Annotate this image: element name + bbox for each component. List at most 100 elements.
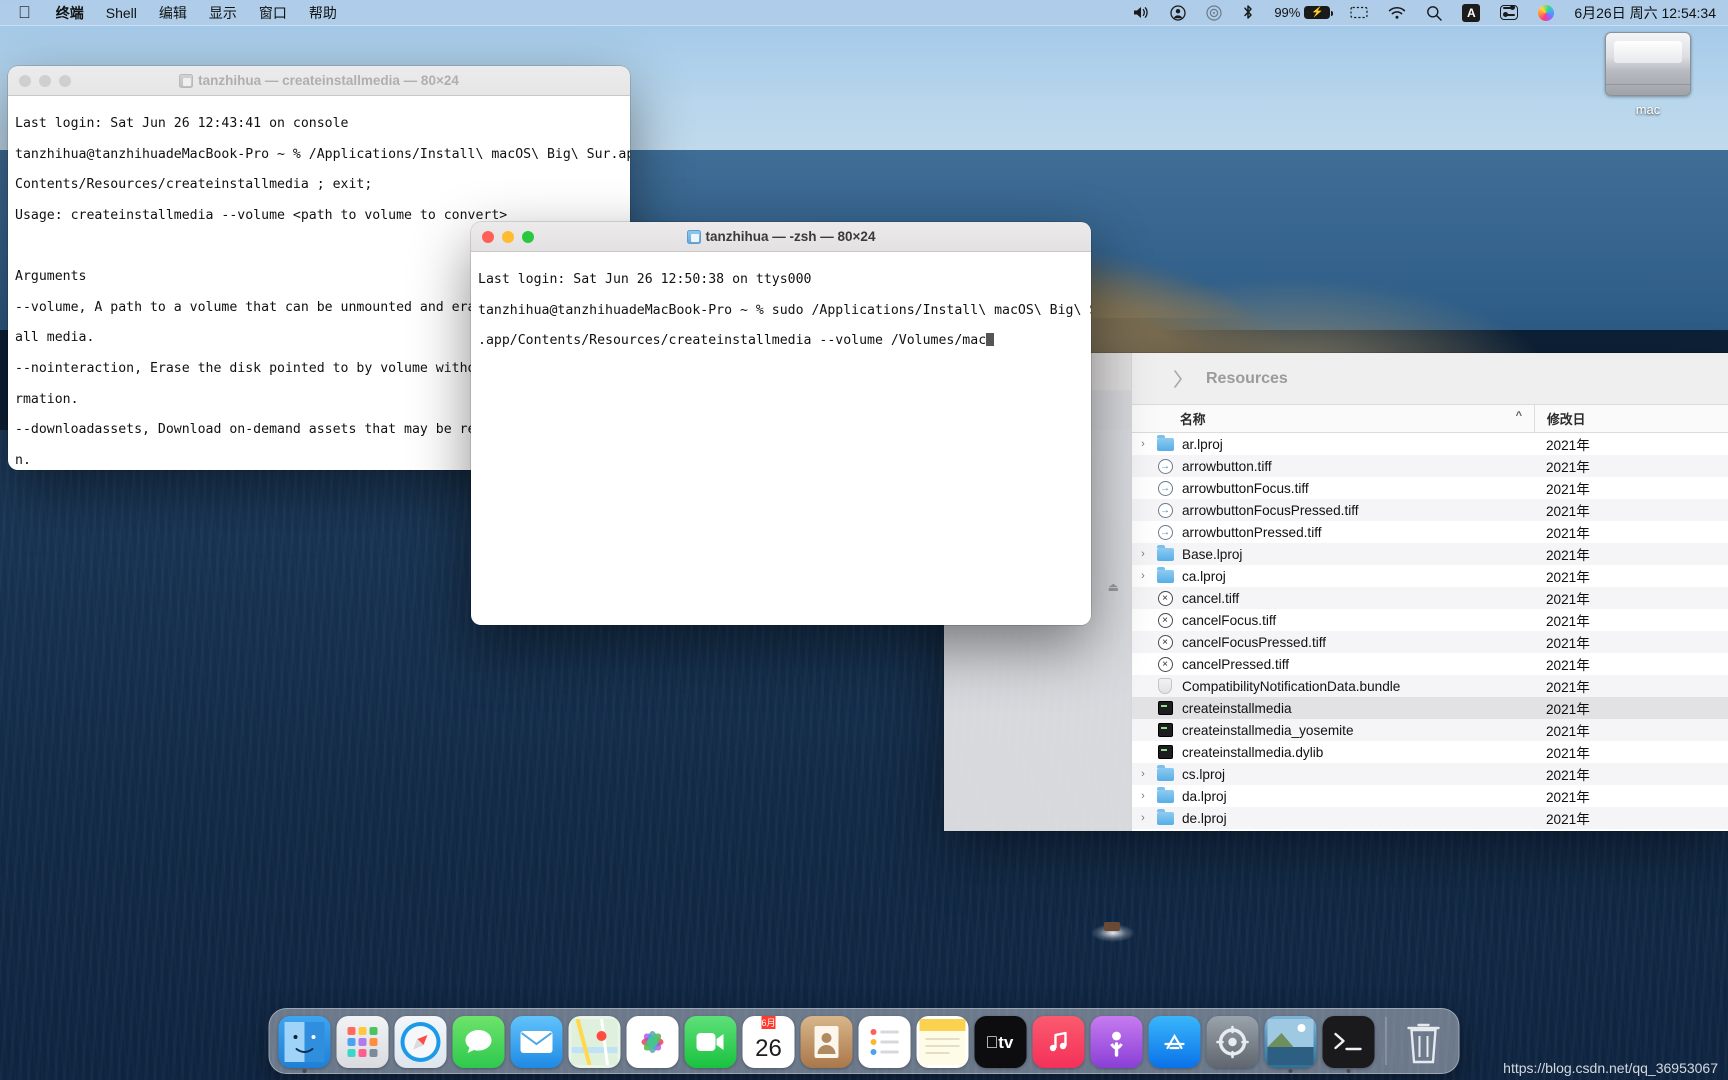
close-button[interactable] [19, 74, 31, 87]
wifi-icon[interactable] [1378, 0, 1416, 26]
file-name: da.lproj [1182, 788, 1227, 804]
dock-item-notes[interactable] [916, 1016, 969, 1068]
disclosure-triangle-icon[interactable]: › [1132, 812, 1154, 824]
menu-item-window[interactable]: 窗口 [248, 2, 298, 24]
close-button[interactable] [482, 230, 494, 243]
spotlight-search-icon[interactable] [1416, 0, 1452, 26]
dock-item-preview[interactable] [1264, 1016, 1317, 1073]
svg-text:tv: tv [986, 1033, 1014, 1052]
disclosure-triangle-icon[interactable]: › [1132, 548, 1154, 560]
menu-item-help[interactable]: 帮助 [298, 2, 348, 24]
table-row[interactable]: createinstallmedia.dylib 2021年 [1132, 741, 1728, 763]
table-row[interactable]: × cancelFocus.tiff 2021年 [1132, 609, 1728, 631]
table-row[interactable]: × cancelPressed.tiff 2021年 [1132, 653, 1728, 675]
bluetooth-icon[interactable] [1232, 0, 1264, 26]
control-center-icon[interactable] [1490, 0, 1528, 26]
dock-item-system-preferences[interactable] [1206, 1016, 1259, 1068]
wallpaper-boat [1090, 920, 1136, 946]
column-header-name[interactable]: 名称 ^ [1132, 409, 1534, 428]
chevron-right-icon[interactable] [1162, 369, 1192, 389]
disclosure-triangle-icon[interactable]: › [1132, 768, 1154, 780]
dock-item-terminal[interactable] [1322, 1016, 1375, 1073]
dock-item-safari[interactable] [394, 1016, 447, 1068]
speaker-icon[interactable] [1123, 0, 1160, 26]
table-row[interactable]: → arrowbutton.tiff 2021年 [1132, 455, 1728, 477]
dock-item-mail[interactable] [510, 1016, 563, 1068]
table-row[interactable]: › ca.lproj 2021年 [1132, 565, 1728, 587]
input-source-indicator[interactable]: A [1452, 0, 1490, 26]
table-row[interactable]: › Base.lproj 2021年 [1132, 543, 1728, 565]
menu-bar-clock[interactable]: 6月26日 周六 12:54:34 [1564, 3, 1716, 23]
screen-mirroring-icon[interactable] [1340, 0, 1378, 26]
terminal-front-titlebar[interactable]: tanzhihua — -zsh — 80×24 [471, 222, 1091, 252]
battery-percent-label: 99% [1274, 5, 1301, 20]
desktop-drive-mac[interactable]: mac [1600, 32, 1696, 119]
menu-item-edit[interactable]: 编辑 [148, 2, 198, 24]
menu-item-view[interactable]: 显示 [198, 2, 248, 24]
table-row[interactable]: → arrowbuttonPressed.tiff 2021年 [1132, 521, 1728, 543]
dock-item-contacts[interactable] [800, 1016, 853, 1068]
table-row[interactable]: › da.lproj 2021年 [1132, 785, 1728, 807]
minimize-button[interactable] [502, 230, 514, 243]
terminal-cursor [986, 333, 995, 347]
table-row[interactable]: createinstallmedia_yosemite 2021年 [1132, 719, 1728, 741]
terminal-front-output[interactable]: Last login: Sat Jun 26 12:50:38 on ttys0… [471, 252, 1091, 625]
dock-item-finder[interactable] [278, 1016, 331, 1073]
dock-item-music[interactable] [1032, 1016, 1085, 1068]
dock-item-trash[interactable] [1398, 1016, 1450, 1068]
maximize-button[interactable] [522, 230, 534, 243]
battery-status[interactable]: 99% ⚡ [1264, 0, 1340, 26]
disclosure-triangle-icon[interactable]: › [1132, 790, 1154, 802]
eject-icon[interactable]: ⏏ [1108, 580, 1119, 594]
terminal-line: Last login: Sat Jun 26 12:50:38 on ttys0… [478, 272, 812, 288]
table-row[interactable]: × cancel.tiff 2021年 [1132, 587, 1728, 609]
finder-file-list[interactable]: › ar.lproj 2021年 → arrowbutton.tiff 2021年 → arr… [1132, 433, 1728, 829]
menu-item-shell[interactable]: Shell [95, 4, 148, 22]
minimize-button[interactable] [39, 74, 51, 87]
table-row[interactable]: › de.lproj 2021年 [1132, 807, 1728, 829]
file-modified-date: 2021年 [1546, 548, 1590, 563]
dock-item-photos[interactable] [626, 1016, 679, 1068]
disclosure-triangle-icon[interactable]: › [1132, 438, 1154, 450]
file-modified-date: 2021年 [1546, 724, 1590, 739]
dock-item-appstore[interactable] [1148, 1016, 1201, 1068]
dock-item-calendar[interactable]: 6月 26 [742, 1016, 795, 1068]
menu-item-terminal[interactable]: 终端 [45, 2, 95, 24]
window-controls[interactable] [19, 74, 71, 87]
apple-logo-icon[interactable]:  [18, 4, 31, 21]
disclosure-triangle-icon[interactable]: › [1132, 570, 1154, 582]
user-account-icon[interactable] [1160, 0, 1196, 26]
terminal-window-zsh[interactable]: tanzhihua — -zsh — 80×24 Last login: Sat… [471, 222, 1091, 625]
menu-bar:  终端 Shell 编辑 显示 窗口 帮助 99% ⚡ [0, 0, 1728, 26]
dock-item-messages[interactable] [452, 1016, 505, 1068]
executable-icon [1157, 745, 1173, 759]
table-row[interactable]: → arrowbuttonFocus.tiff 2021年 [1132, 477, 1728, 499]
terminal-front-title: tanzhihua — -zsh — 80×24 [471, 229, 1091, 244]
table-row[interactable]: → arrowbuttonFocusPressed.tiff 2021年 [1132, 499, 1728, 521]
table-row[interactable]: × cancelFocusPressed.tiff 2021年 [1132, 631, 1728, 653]
siri-icon[interactable] [1528, 0, 1564, 26]
dock[interactable]: 6月 26 tv [268, 1008, 1460, 1074]
column-header-date[interactable]: 修改日 [1534, 405, 1728, 432]
dock-item-maps[interactable] [568, 1016, 621, 1068]
terminal-front-title-label: tanzhihua — -zsh — 80×24 [705, 229, 876, 244]
airdrop-icon[interactable] [1196, 0, 1232, 26]
dock-item-reminders[interactable] [858, 1016, 911, 1068]
dock-item-launchpad[interactable] [336, 1016, 389, 1068]
table-row[interactable]: CompatibilityNotificationData.bundle 2021… [1132, 675, 1728, 697]
maximize-button[interactable] [59, 74, 71, 87]
table-row[interactable]: › cs.lproj 2021年 [1132, 763, 1728, 785]
file-modified-date: 2021年 [1546, 636, 1590, 651]
terminal-line-command: .app/Contents/Resources/createinstallmed… [478, 333, 1084, 348]
file-name: ca.lproj [1182, 568, 1226, 584]
table-row[interactable]: › ar.lproj 2021年 [1132, 433, 1728, 455]
dock-item-facetime[interactable] [684, 1016, 737, 1068]
sort-ascending-caret: ^ [1515, 410, 1522, 422]
dock-item-podcasts[interactable] [1090, 1016, 1143, 1068]
tiff-cancel-icon: × [1157, 612, 1173, 628]
dock-item-appletv[interactable]: tv [974, 1016, 1027, 1068]
file-name: ar.lproj [1182, 436, 1223, 452]
terminal-back-titlebar[interactable]: tanzhihua — createinstallmedia — 80×24 [8, 66, 630, 96]
table-row[interactable]: createinstallmedia 2021年 [1132, 697, 1728, 719]
window-controls[interactable] [482, 230, 534, 243]
